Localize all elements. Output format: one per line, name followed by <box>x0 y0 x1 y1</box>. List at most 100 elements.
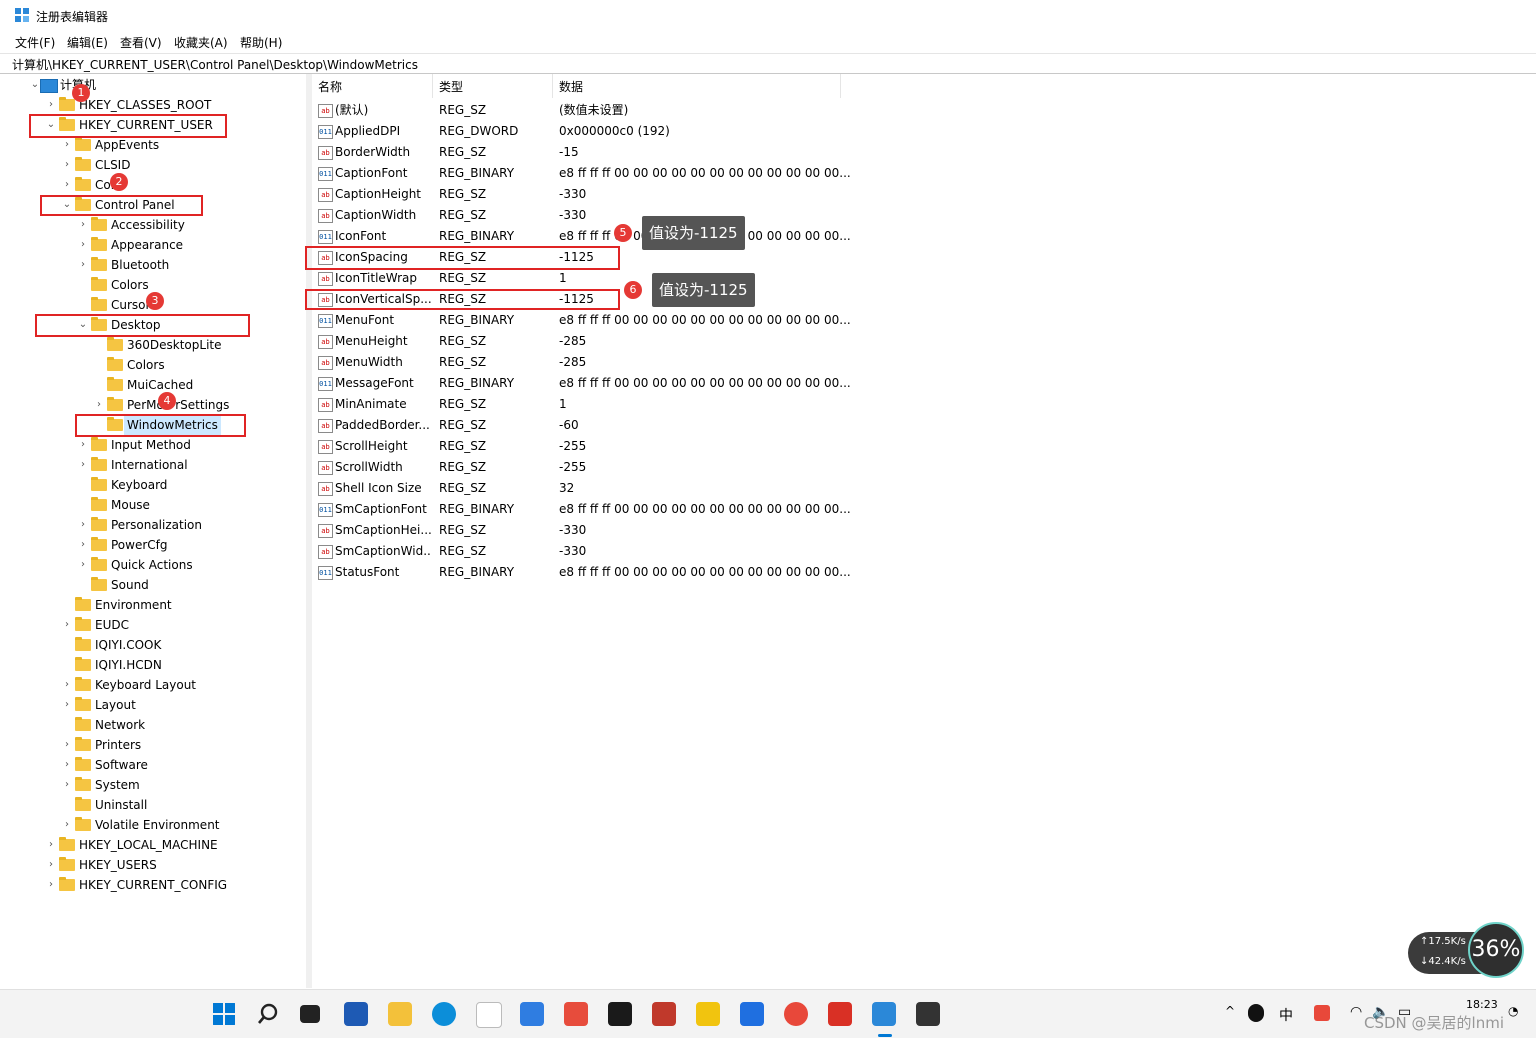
tree-node[interactable]: Sound <box>8 575 298 595</box>
tree-node[interactable]: MuiCached <box>8 375 298 395</box>
value-row[interactable]: 011 MessageFont REG_BINARY e8 ff ff ff 00 0… <box>312 373 852 394</box>
value-row[interactable]: ab Shell Icon Size REG_SZ 32 <box>312 478 852 499</box>
menu-help[interactable]: 帮助(H) <box>240 34 282 51</box>
pycharm-icon[interactable] <box>608 1002 632 1026</box>
chevron-right-icon[interactable]: › <box>78 515 88 535</box>
chevron-right-icon[interactable]: › <box>62 815 72 835</box>
tree-node[interactable]: › Keyboard Layout <box>8 675 298 695</box>
chevron-right-icon[interactable]: › <box>78 235 88 255</box>
tree-node[interactable]: › PerMon rSettings <box>8 395 298 415</box>
tree-node[interactable]: › Appearance <box>8 235 298 255</box>
address-path[interactable]: 计算机\HKEY_CURRENT_USER\Control Panel\Desk… <box>12 56 418 73</box>
tree-node[interactable]: › HKEY_CURRENT_CONFIG <box>8 875 298 895</box>
chevron-right-icon[interactable]: › <box>62 735 72 755</box>
typora-icon[interactable] <box>476 1002 502 1028</box>
menu-edit[interactable]: 编辑(E) <box>67 34 108 51</box>
column-header-type[interactable]: 类型 <box>432 74 553 98</box>
video-editor-icon[interactable] <box>916 1002 940 1026</box>
value-row[interactable]: ab CaptionWidth REG_SZ -330 <box>312 205 852 226</box>
chevron-up-icon[interactable]: ^ <box>1225 1004 1235 1018</box>
menu-view[interactable]: 查看(V) <box>120 34 162 51</box>
value-row[interactable]: ab MenuHeight REG_SZ -285 <box>312 331 852 352</box>
value-row[interactable]: 011 AppliedDPI REG_DWORD 0x000000c0 (192) <box>312 121 852 142</box>
tree-node[interactable]: › Software <box>8 755 298 775</box>
chrome-icon[interactable] <box>784 1002 808 1026</box>
chevron-right-icon[interactable]: › <box>62 695 72 715</box>
chevron-right-icon[interactable]: › <box>46 855 56 875</box>
tree-node[interactable]: › Volatile Environment <box>8 815 298 835</box>
tree-node[interactable]: Keyboard <box>8 475 298 495</box>
search-icon[interactable] <box>256 1002 280 1026</box>
tree-node[interactable]: › Personalization <box>8 515 298 535</box>
tree-node[interactable]: Colors <box>8 355 298 375</box>
value-row[interactable]: 011 MenuFont REG_BINARY e8 ff ff ff 00 00 0… <box>312 310 852 331</box>
value-row[interactable]: 011 StatusFont REG_BINARY e8 ff ff ff 00 00… <box>312 562 852 583</box>
tree-node[interactable]: 360DesktopLite <box>8 335 298 355</box>
value-row[interactable]: ab IconTitleWrap REG_SZ 1 <box>312 268 852 289</box>
edge-browser-icon[interactable] <box>432 1002 456 1026</box>
tree-node[interactable]: Environment <box>8 595 298 615</box>
wifi-icon[interactable]: ◠ <box>1350 1004 1362 1020</box>
value-row[interactable]: ab BorderWidth REG_SZ -15 <box>312 142 852 163</box>
winrar-icon[interactable] <box>652 1002 676 1026</box>
chevron-right-icon[interactable]: › <box>62 155 72 175</box>
tree-node[interactable]: › Input Method <box>8 435 298 455</box>
tree-node[interactable]: › CLSID <box>8 155 298 175</box>
notification-icon[interactable]: ◔ <box>1508 1004 1518 1018</box>
tree-node[interactable]: › AppEvents <box>8 135 298 155</box>
tree-node[interactable]: › System <box>8 775 298 795</box>
app-icon-red[interactable] <box>564 1002 588 1026</box>
tree-node[interactable]: ›Cons <box>8 175 298 195</box>
chevron-right-icon[interactable]: › <box>78 215 88 235</box>
value-row[interactable]: 011 SmCaptionFont REG_BINARY e8 ff ff ff 00… <box>312 499 852 520</box>
tree-node[interactable]: › Printers <box>8 735 298 755</box>
chevron-right-icon[interactable]: › <box>62 135 72 155</box>
column-header-name[interactable]: 名称 <box>312 74 433 98</box>
chevron-right-icon[interactable]: › <box>78 535 88 555</box>
windows-start-icon[interactable] <box>212 1002 236 1026</box>
chevron-right-icon[interactable]: › <box>62 615 72 635</box>
qq-icon[interactable] <box>1248 1004 1264 1022</box>
value-row[interactable]: ab MinAnimate REG_SZ 1 <box>312 394 852 415</box>
tree-node[interactable]: › EUDC <box>8 615 298 635</box>
chevron-down-icon[interactable]: ⌄ <box>30 75 40 95</box>
value-row[interactable]: ab PaddedBorder... REG_SZ -60 <box>312 415 852 436</box>
chevron-right-icon[interactable]: › <box>46 95 56 115</box>
value-row[interactable]: ab ScrollWidth REG_SZ -255 <box>312 457 852 478</box>
wps-icon[interactable] <box>828 1002 852 1026</box>
value-row[interactable]: ab CaptionHeight REG_SZ -330 <box>312 184 852 205</box>
tree-node[interactable]: › HKEY_LOCAL_MACHINE <box>8 835 298 855</box>
tree-node[interactable]: Uninstall <box>8 795 298 815</box>
chevron-right-icon[interactable]: › <box>62 755 72 775</box>
chevron-right-icon[interactable]: › <box>46 835 56 855</box>
network-speed-widget[interactable]: ↑17.5K/s ↓42.4K/s 36% <box>1408 922 1524 978</box>
value-row[interactable]: ab ScrollHeight REG_SZ -255 <box>312 436 852 457</box>
chevron-right-icon[interactable]: › <box>62 675 72 695</box>
tree-node[interactable]: › HKEY_CLASSES_ROOT <box>8 95 298 115</box>
store-icon[interactable] <box>344 1002 368 1026</box>
tree-node[interactable]: ⌄计算机 <box>8 75 298 95</box>
tree-node[interactable]: › PowerCfg <box>8 535 298 555</box>
tree-node[interactable]: Mouse <box>8 495 298 515</box>
column-header-data[interactable]: 数据 <box>552 74 841 98</box>
value-row[interactable]: 011 CaptionFont REG_BINARY e8 ff ff ff 00 0… <box>312 163 852 184</box>
dingtalk-icon[interactable] <box>740 1002 764 1026</box>
chevron-right-icon[interactable]: › <box>62 775 72 795</box>
clock-time[interactable]: 18:23 <box>1466 998 1498 1011</box>
tree-node[interactable]: › Accessibility <box>8 215 298 235</box>
chevron-right-icon[interactable]: › <box>78 555 88 575</box>
value-row[interactable]: ab MenuWidth REG_SZ -285 <box>312 352 852 373</box>
chevron-right-icon[interactable]: › <box>78 435 88 455</box>
regedit-taskbar-icon[interactable] <box>872 1002 896 1026</box>
tree-node[interactable]: › Quick Actions <box>8 555 298 575</box>
menu-file[interactable]: 文件(F) <box>15 34 55 51</box>
tree-node[interactable]: › HKEY_USERS <box>8 855 298 875</box>
value-row[interactable]: 011 IconFont REG_BINARY e8 ff ff ff 00 00 0… <box>312 226 852 247</box>
chevron-right-icon[interactable]: › <box>62 175 72 195</box>
value-row[interactable]: ab SmCaptionHei... REG_SZ -330 <box>312 520 852 541</box>
tree-node[interactable]: IQIYI.COOK <box>8 635 298 655</box>
chevron-right-icon[interactable]: › <box>46 875 56 895</box>
tree-node[interactable]: IQIYI.HCDN <box>8 655 298 675</box>
value-row[interactable]: ab SmCaptionWid... REG_SZ -330 <box>312 541 852 562</box>
address-bar[interactable]: 计算机\HKEY_CURRENT_USER\Control Panel\Desk… <box>0 53 1536 74</box>
